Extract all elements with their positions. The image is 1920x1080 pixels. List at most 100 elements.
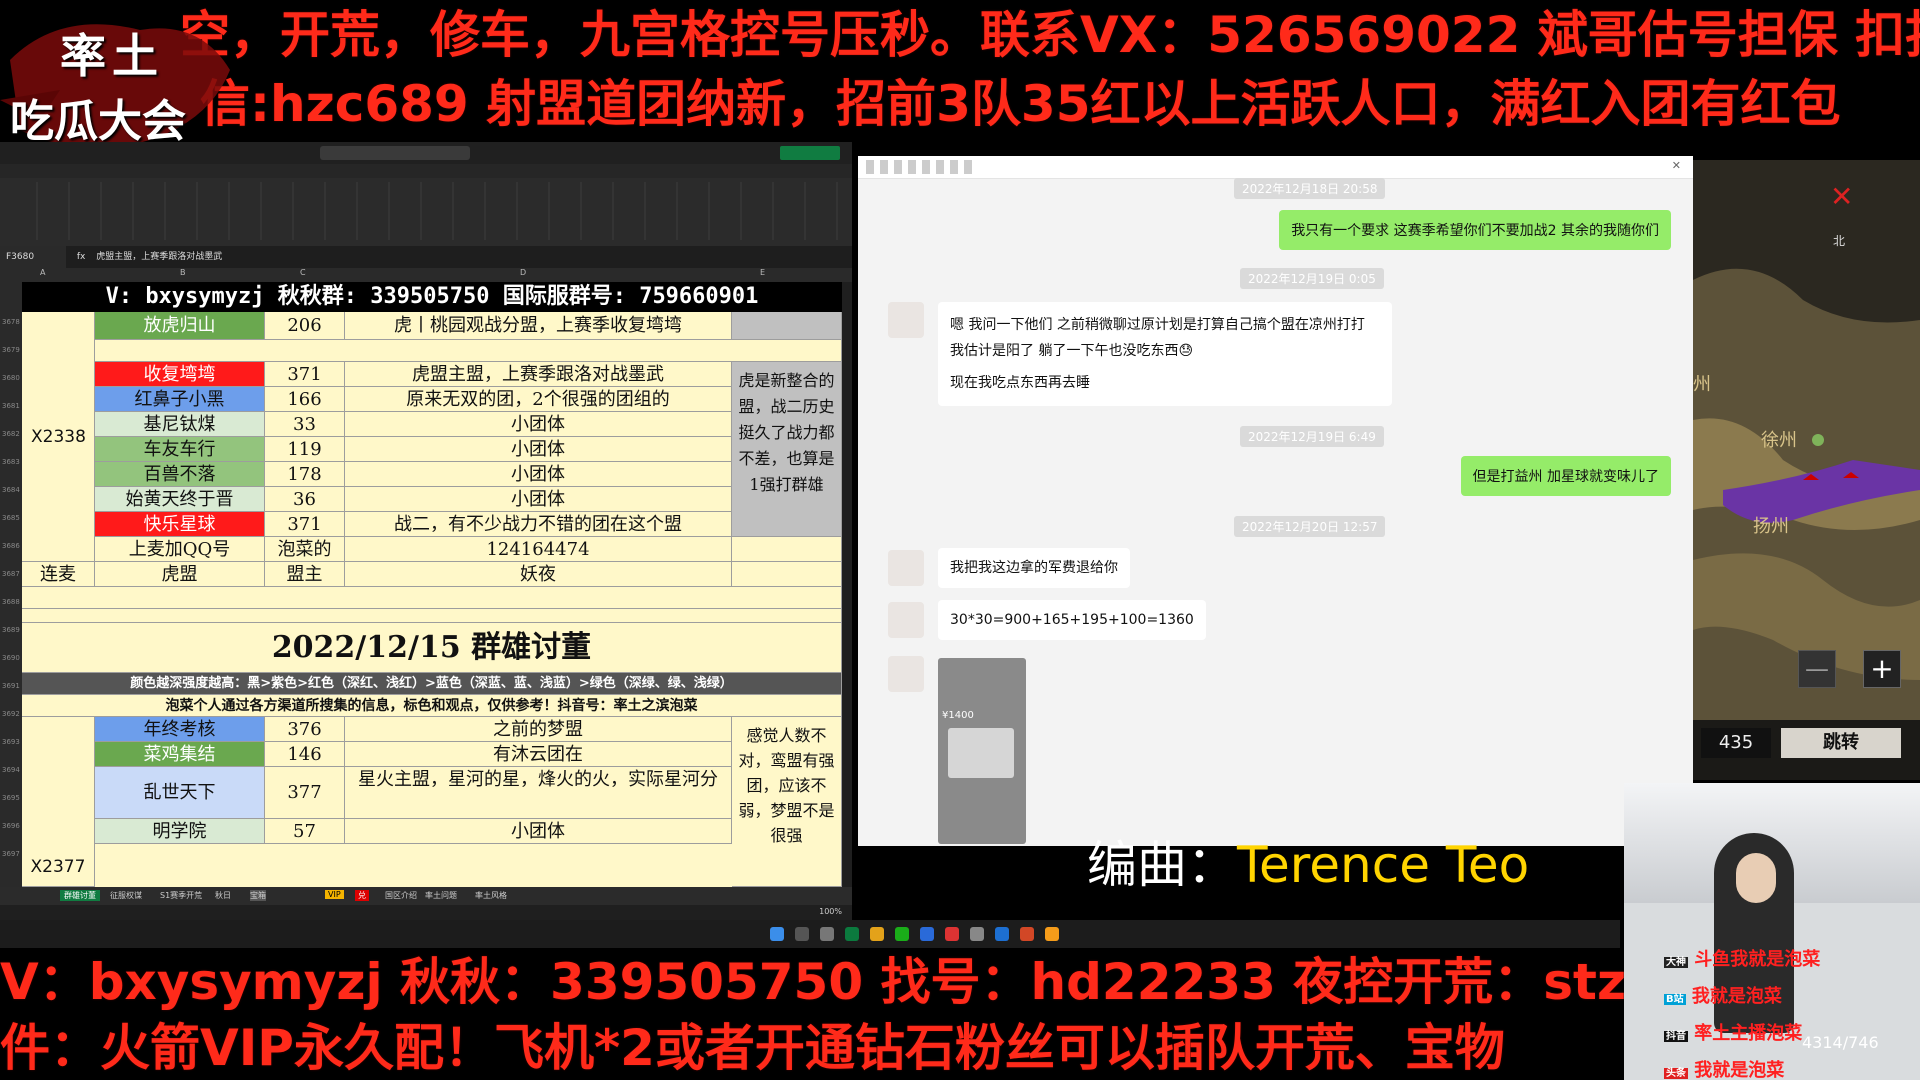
row-number[interactable]: 3686 [2, 542, 20, 550]
spreadsheet-grid[interactable]: V: bxysymyzj 秋秋群: 339505750 国际服群号: 75966… [22, 282, 842, 887]
note-cell[interactable]: 小团体 [345, 462, 732, 487]
word-icon[interactable] [995, 927, 1009, 941]
disclaimer[interactable]: 泡菜个人通过各方渠道所搜集的信息，标色和观点，仅供参考！抖音号：率土之滨泡菜 [22, 695, 842, 717]
row-number[interactable]: 3683 [2, 458, 20, 466]
col-header-c[interactable]: C [300, 268, 306, 277]
row-number[interactable]: 3697 [2, 850, 20, 858]
col-header-a[interactable]: A [40, 268, 45, 277]
empty-row[interactable] [22, 587, 842, 609]
ribbon-tabs[interactable] [0, 164, 852, 178]
zoom-level[interactable]: 100% [819, 907, 842, 916]
note-cell[interactable]: 有沐云团在 [345, 742, 732, 767]
formula-text[interactable]: 虎盟主盟，上赛季跟洛对战墨武 [96, 252, 222, 262]
row-number[interactable]: 3688 [2, 598, 20, 606]
close-icon[interactable]: ✕ [1830, 180, 1853, 213]
message-bubble-sent[interactable]: 我只有一个要求 这赛季希望你们不要加战2 其余的我随你们 [1279, 210, 1671, 250]
row-number[interactable]: 3693 [2, 738, 20, 746]
col-header-d[interactable]: D [520, 268, 526, 277]
app-icon[interactable] [1045, 927, 1059, 941]
note-cell[interactable]: 战二，有不少战力不错的团在这个盟 [345, 512, 732, 537]
alliance-name-cell[interactable]: 明学院 [95, 819, 265, 844]
col-header-e[interactable]: E [760, 268, 765, 277]
member-count-cell[interactable]: 178 [265, 462, 345, 487]
avatar[interactable] [888, 302, 924, 338]
app-icon[interactable] [970, 927, 984, 941]
empty-row[interactable] [22, 609, 842, 623]
row-number[interactable]: 3691 [2, 682, 20, 690]
row-number[interactable]: 3684 [2, 486, 20, 494]
member-count-cell[interactable]: 146 [265, 742, 345, 767]
note-cell[interactable]: 原来无双的团，2个很强的团组的 [345, 387, 732, 412]
alliance-name-cell[interactable]: 百兽不落 [95, 462, 265, 487]
sheet-tab[interactable]: S1赛季开荒 [160, 890, 202, 901]
empty-cell[interactable] [732, 537, 842, 562]
alliance-name-cell[interactable]: 快乐星球 [95, 512, 265, 537]
member-count-cell[interactable]: 371 [265, 362, 345, 387]
member-count-cell[interactable]: 33 [265, 412, 345, 437]
row-number[interactable]: 3682 [2, 430, 20, 438]
comment-cell-top[interactable] [732, 312, 842, 340]
jump-button[interactable]: 跳转 [1781, 728, 1901, 758]
member-count-cell[interactable]: 377 [265, 767, 345, 819]
sheet-tab[interactable]: 国区介绍 [385, 890, 417, 901]
app-icon[interactable] [1020, 927, 1034, 941]
alliance-name-cell[interactable]: 菜鸡集结 [95, 742, 265, 767]
message-bubble-received[interactable]: 30*30=900+165+195+100=1360 [938, 600, 1206, 640]
member-count-cell[interactable]: 206 [265, 312, 345, 340]
row-number[interactable]: 3694 [2, 766, 20, 774]
alliance-name-cell[interactable]: 红鼻子小黑 [95, 387, 265, 412]
note-cell[interactable]: 小团体 [345, 819, 732, 844]
alliance-name-cell[interactable]: 放虎归山 [95, 312, 265, 340]
alliance-name-cell[interactable]: 乱世天下 [95, 767, 265, 819]
message-bubble-received[interactable]: 我把我这边拿的军费退给你 [938, 548, 1130, 588]
row-number[interactable]: 3681 [2, 402, 20, 410]
member-count-cell[interactable]: 376 [265, 717, 345, 742]
member-count-cell[interactable]: 371 [265, 512, 345, 537]
row-number[interactable]: 3696 [2, 822, 20, 830]
empty-row[interactable] [95, 340, 842, 362]
member-count-cell[interactable]: 36 [265, 487, 345, 512]
sheet-tab[interactable]: 征服权谋 [110, 890, 142, 901]
row-number[interactable]: 3695 [2, 794, 20, 802]
group-id-cell[interactable]: X2338 [22, 362, 95, 512]
formula-bar[interactable]: F3680 fx 虎盟主盟，上赛季跟洛对战墨武 [0, 246, 852, 268]
wechat-icon[interactable] [895, 927, 909, 941]
coordinate-input[interactable]: 435 [1701, 728, 1771, 758]
alliance-name-cell[interactable]: 基尼钛煤 [95, 412, 265, 437]
message-bubble-sent[interactable]: 但是打益州 加星球就变味儿了 [1460, 456, 1671, 496]
section-title[interactable]: 2022/12/15 群雄讨董 [22, 623, 842, 673]
alliance-name-cell[interactable]: 收复塆塆 [95, 362, 265, 387]
name-box[interactable]: F3680 [0, 246, 66, 268]
alliance-name-cell[interactable]: 始黄天终于晋 [95, 487, 265, 512]
comment-cell[interactable]: 虎是新整合的盟，战二历史挺久了战力都不差，也算是1强打群雄 [732, 362, 842, 537]
contact-label-cell[interactable]: 泡菜的 [265, 537, 345, 562]
note-cell[interactable]: 小团体 [345, 437, 732, 462]
row-number[interactable]: 3679 [2, 346, 20, 354]
note-cell[interactable]: 小团体 [345, 412, 732, 437]
color-legend[interactable]: 颜色越深强度越高：黑>紫色>红色（深红、浅红）>蓝色（深蓝、蓝、浅蓝）>绿色（深… [22, 673, 842, 695]
sheet-tab[interactable]: VIP [325, 890, 344, 899]
avatar[interactable] [888, 550, 924, 586]
sheet-tab[interactable]: 率土风格 [475, 890, 507, 901]
excel-icon[interactable] [845, 927, 859, 941]
contact-value-cell[interactable]: 妖夜 [345, 562, 732, 587]
member-count-cell[interactable]: 119 [265, 437, 345, 462]
sheet-tab[interactable]: 兑 [355, 890, 369, 901]
row-number[interactable]: 3687 [2, 570, 20, 578]
note-cell[interactable]: 小团体 [345, 487, 732, 512]
row-number[interactable]: 3689 [2, 626, 20, 634]
avatar[interactable] [888, 656, 924, 692]
image-message[interactable]: ¥1400 [938, 658, 1026, 844]
note-cell[interactable]: 星火主盟，星河的星，烽火的火，实际星河分 [345, 767, 732, 819]
zoom-out-button[interactable]: — [1798, 650, 1836, 688]
member-count-cell[interactable]: 166 [265, 387, 345, 412]
zoom-in-button[interactable]: + [1863, 650, 1901, 688]
note-cell[interactable]: 虎丨桃园观战分盟，上赛季收复塆塆 [345, 312, 732, 340]
share-button[interactable] [780, 146, 840, 160]
note-cell[interactable]: 之前的梦盟 [345, 717, 732, 742]
avatar[interactable] [888, 602, 924, 638]
alliance-name-cell[interactable]: 年终考核 [95, 717, 265, 742]
folder-icon[interactable] [870, 927, 884, 941]
row-number[interactable]: 3692 [2, 710, 20, 718]
search-icon[interactable] [795, 927, 809, 941]
